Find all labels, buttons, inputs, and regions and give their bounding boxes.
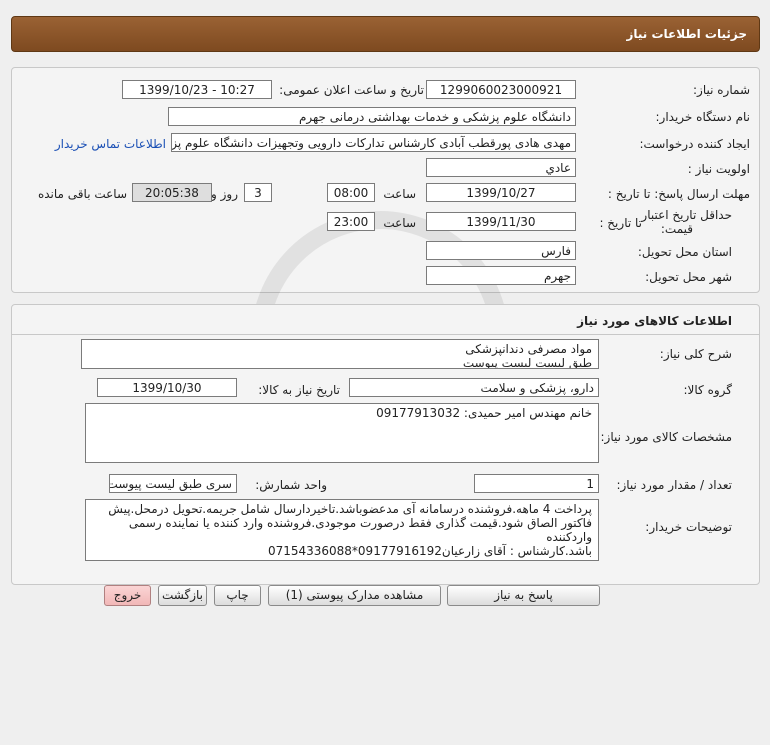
buyer-org-label: نام دستگاه خریدار: [655,110,751,124]
priority-label: اولویت نیاز : [687,162,750,176]
buyer-org-field: دانشگاه علوم پزشکی و خدمات بهداشتی درمان… [168,107,576,126]
buyer-contact-link[interactable]: اطلاعات تماس خریدار [55,137,166,151]
description-field: مواد مصرفی دندانپزشکی طبق لیست لیست پیوس… [81,339,599,369]
need-number-field: 1299060023000921 [426,80,576,99]
priority-field: عادي [426,158,576,177]
deadline-time-label: ساعت [383,187,416,201]
city-label: شهر محل تحویل: [645,270,732,284]
description-line-2: طبق لیست لیست پیوست [462,356,592,369]
attachments-button[interactable]: مشاهده مدارک پیوستی (1) [268,585,441,606]
validity-date-field: 1399/11/30 [426,212,576,231]
deadline-time-field: 08:00 [327,183,375,202]
announce-field: 1399/10/23 - 10:27 [122,80,272,99]
goods-section-title: اطلاعات کالاهای مورد نیاز [577,314,732,328]
qty-label: تعداد / مقدار مورد نیاز: [616,478,732,492]
days-field: 3 [244,183,272,202]
province-field: فارس [426,241,576,260]
window-title-bar: جزئیات اطلاعات نیاز [11,16,760,52]
requester-label: ایجاد کننده درخواست: [639,137,750,151]
specs-label: مشخصات کالای مورد نیاز: [600,430,732,444]
qty-field: 1 [474,474,599,493]
buyer-notes-line-3: باشد.کارشناس : آقای زارعیان09177916192*0… [267,544,592,558]
goods-divider [12,334,759,335]
description-line-1: مواد مصرفی دندانپزشکی [465,342,592,356]
need-date-field: 1399/10/30 [97,378,237,397]
unit-label: واحد شمارش: [255,478,327,492]
back-button[interactable]: بازگشت [158,585,207,606]
deadline-date-field: 1399/10/27 [426,183,576,202]
remaining-label: ساعت باقی مانده [37,187,127,201]
deadline-label: مهلت ارسال پاسخ: تا تاریخ : [607,187,750,201]
buyer-notes-label: توضیحات خریدار: [645,520,732,534]
print-button[interactable]: چاپ [214,585,261,606]
city-field: جهرم [426,266,576,285]
buyer-notes-field: پرداخت 4 ماهه.فروشنده درسامانه آی مدعضوب… [85,499,599,561]
need-date-label: تاریخ نیاز به کالا: [258,383,340,397]
buyer-notes-line-2: فاکتور الصاق شود.قیمت گذاری فقط درصورت م… [128,516,592,544]
buyer-notes-line-1: پرداخت 4 ماهه.فروشنده درسامانه آی مدعضوب… [108,502,592,516]
validity-until-label: تا تاریخ : [599,216,642,230]
province-label: استان محل تحویل: [637,245,732,259]
remaining-time-field: 20:05:38 [132,183,212,202]
goods-group-field: دارو، پزشکی و سلامت [349,378,599,397]
window-title: جزئیات اطلاعات نیاز [626,27,747,41]
goods-group-label: گروه کالا: [683,383,733,397]
reply-button[interactable]: پاسخ به نیاز [447,585,600,606]
announce-label: تاریخ و ساعت اعلان عمومی: [279,83,424,97]
description-label: شرح کلی نیاز: [659,347,732,361]
validity-time-field: 23:00 [327,212,375,231]
requester-field: مهدی هادی پورقطب آبادی کارشناس تدارکات د… [171,133,576,152]
specs-field: خانم مهندس امیر حمیدی: 09177913032 [85,403,599,463]
exit-button[interactable]: خروج [104,585,151,606]
validity-time-label: ساعت [383,216,416,230]
need-number-label: شماره نیاز: [693,83,750,97]
validity-label-line2: قیمت: [660,222,693,236]
days-label: روز و [211,187,238,201]
general-info-panel [11,67,760,293]
unit-field: سری طبق لیست پیوست [109,474,237,493]
validity-label-line1: حداقل تاریخ اعتبار [641,208,732,222]
